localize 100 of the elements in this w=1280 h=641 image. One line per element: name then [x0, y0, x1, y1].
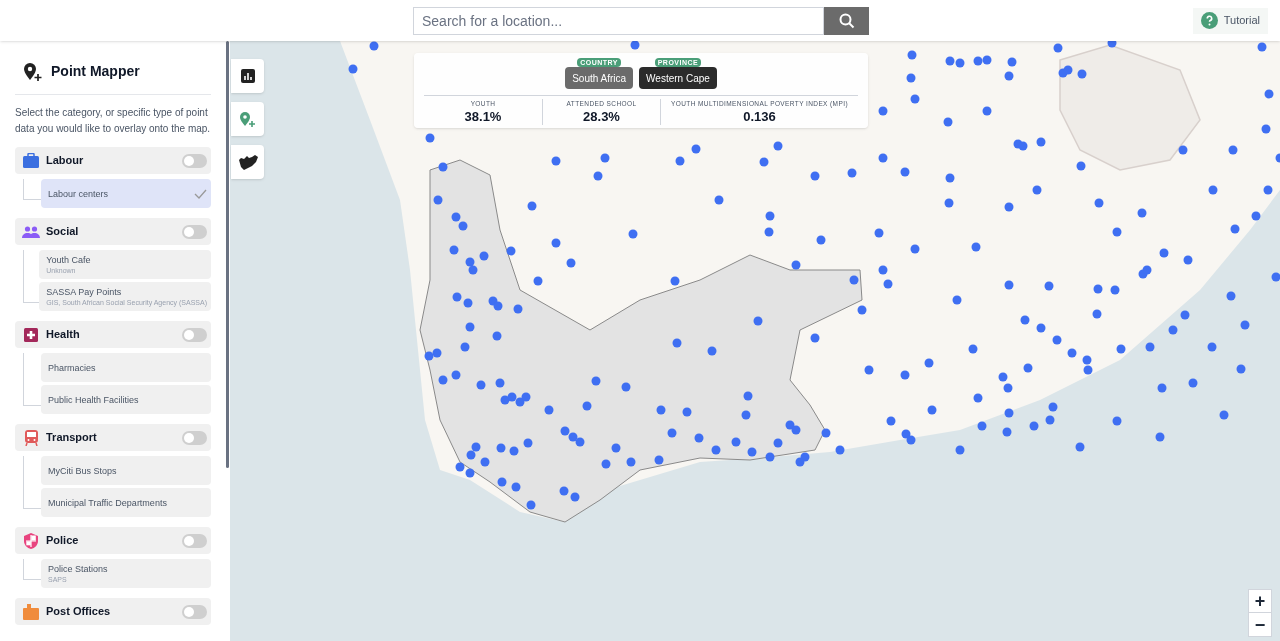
- map-point-marker[interactable]: [593, 171, 603, 181]
- map-point-marker[interactable]: [795, 457, 805, 467]
- map-point-marker[interactable]: [438, 375, 448, 385]
- map-point-marker[interactable]: [495, 378, 505, 388]
- map-point-marker[interactable]: [600, 153, 610, 163]
- map-point-marker[interactable]: [670, 276, 680, 286]
- map-point-marker[interactable]: [621, 382, 631, 392]
- map-point-marker[interactable]: [591, 376, 601, 386]
- map-point-marker[interactable]: [1228, 145, 1238, 155]
- toggle-switch[interactable]: [182, 224, 207, 239]
- map-point-marker[interactable]: [511, 482, 521, 492]
- map-point-marker[interactable]: [560, 426, 570, 436]
- map-point-marker[interactable]: [527, 201, 537, 211]
- map-point-marker[interactable]: [521, 392, 531, 402]
- map-point-marker[interactable]: [1208, 185, 1218, 195]
- map-point-marker[interactable]: [907, 50, 917, 60]
- toggle-switch[interactable]: [182, 327, 207, 342]
- map-point-marker[interactable]: [533, 276, 543, 286]
- map-point-marker[interactable]: [433, 195, 443, 205]
- map-point-marker[interactable]: [452, 292, 462, 302]
- map-point-marker[interactable]: [468, 265, 478, 275]
- category-header[interactable]: Post Offices: [15, 598, 211, 625]
- map-point-marker[interactable]: [849, 275, 859, 285]
- map-point-marker[interactable]: [1004, 280, 1014, 290]
- map-point-marker[interactable]: [1004, 71, 1014, 81]
- map-point-marker[interactable]: [982, 106, 992, 116]
- map-point-marker[interactable]: [1082, 355, 1092, 365]
- map-point-marker[interactable]: [1020, 315, 1030, 325]
- map-point-marker[interactable]: [492, 331, 502, 341]
- tutorial-button[interactable]: Tutorial: [1192, 7, 1268, 34]
- map-point-marker[interactable]: [906, 73, 916, 83]
- map-point-marker[interactable]: [1076, 161, 1086, 171]
- map-point-marker[interactable]: [764, 227, 774, 237]
- map-point-marker[interactable]: [654, 455, 664, 465]
- map-point-marker[interactable]: [1063, 65, 1073, 75]
- map-point-marker[interactable]: [791, 260, 801, 270]
- map-point-marker[interactable]: [927, 405, 937, 415]
- map-point-marker[interactable]: [570, 492, 580, 502]
- map-point-marker[interactable]: [910, 244, 920, 254]
- map-point-marker[interactable]: [451, 212, 461, 222]
- map-point-marker[interactable]: [952, 295, 962, 305]
- map-point-marker[interactable]: [753, 316, 763, 326]
- map-point-marker[interactable]: [835, 445, 845, 455]
- map-point-marker[interactable]: [509, 446, 519, 456]
- map-point-marker[interactable]: [1044, 281, 1054, 291]
- map-point-marker[interactable]: [500, 395, 510, 405]
- map-point-marker[interactable]: [900, 167, 910, 177]
- map-point-marker[interactable]: [765, 211, 775, 221]
- map-point-marker[interactable]: [977, 421, 987, 431]
- map-point-marker[interactable]: [1112, 227, 1122, 237]
- map-point-marker[interactable]: [1023, 363, 1033, 373]
- map-point-marker[interactable]: [513, 304, 523, 314]
- map-point-marker[interactable]: [1053, 43, 1063, 53]
- point-type-item[interactable]: Municipal Traffic Departments: [41, 488, 211, 517]
- map-point-marker[interactable]: [857, 305, 867, 315]
- map-point-marker[interactable]: [883, 279, 893, 289]
- map-point-marker[interactable]: [785, 420, 795, 430]
- map-point-marker[interactable]: [682, 407, 692, 417]
- search-button[interactable]: [824, 6, 869, 35]
- map-point-marker[interactable]: [731, 437, 741, 447]
- map-point-marker[interactable]: [575, 437, 585, 447]
- map-point-marker[interactable]: [626, 457, 636, 467]
- map-point-marker[interactable]: [901, 429, 911, 439]
- toggle-switch[interactable]: [182, 153, 207, 168]
- toggle-switch[interactable]: [182, 430, 207, 445]
- map-point-marker[interactable]: [348, 64, 358, 74]
- map-point-marker[interactable]: [559, 486, 569, 496]
- map-point-marker[interactable]: [611, 443, 621, 453]
- map-point-marker[interactable]: [864, 365, 874, 375]
- map-point-marker[interactable]: [425, 133, 435, 143]
- map-point-marker[interactable]: [791, 425, 801, 435]
- map-point-marker[interactable]: [465, 257, 475, 267]
- map-point-marker[interactable]: [438, 162, 448, 172]
- map-point-marker[interactable]: [1112, 416, 1122, 426]
- map-point-marker[interactable]: [480, 457, 490, 467]
- map-point-marker[interactable]: [1083, 365, 1093, 375]
- map-point-marker[interactable]: [582, 401, 592, 411]
- map-point-marker[interactable]: [1077, 69, 1087, 79]
- map-point-marker[interactable]: [878, 153, 888, 163]
- map-point-marker[interactable]: [910, 94, 920, 104]
- area-breadcrumb[interactable]: South Africa: [565, 67, 634, 89]
- map-point-marker[interactable]: [810, 333, 820, 343]
- map-point-marker[interactable]: [476, 380, 486, 390]
- map-point-marker[interactable]: [455, 462, 465, 472]
- map-point-marker[interactable]: [1142, 265, 1152, 275]
- map-point-marker[interactable]: [743, 391, 753, 401]
- map-point-marker[interactable]: [1159, 248, 1169, 258]
- map-point-marker[interactable]: [551, 238, 561, 248]
- map-point-marker[interactable]: [973, 393, 983, 403]
- map-point-marker[interactable]: [551, 156, 561, 166]
- map-point-marker[interactable]: [451, 370, 461, 380]
- map-point-marker[interactable]: [1275, 153, 1280, 163]
- map-point-marker[interactable]: [1257, 42, 1267, 52]
- map-point-marker[interactable]: [1236, 364, 1246, 374]
- map-point-marker[interactable]: [449, 245, 459, 255]
- category-header[interactable]: Health: [15, 321, 211, 348]
- map-point-marker[interactable]: [982, 55, 992, 65]
- map-point-marker[interactable]: [656, 405, 666, 415]
- map-point-marker[interactable]: [945, 56, 955, 66]
- map-point-marker[interactable]: [628, 229, 638, 239]
